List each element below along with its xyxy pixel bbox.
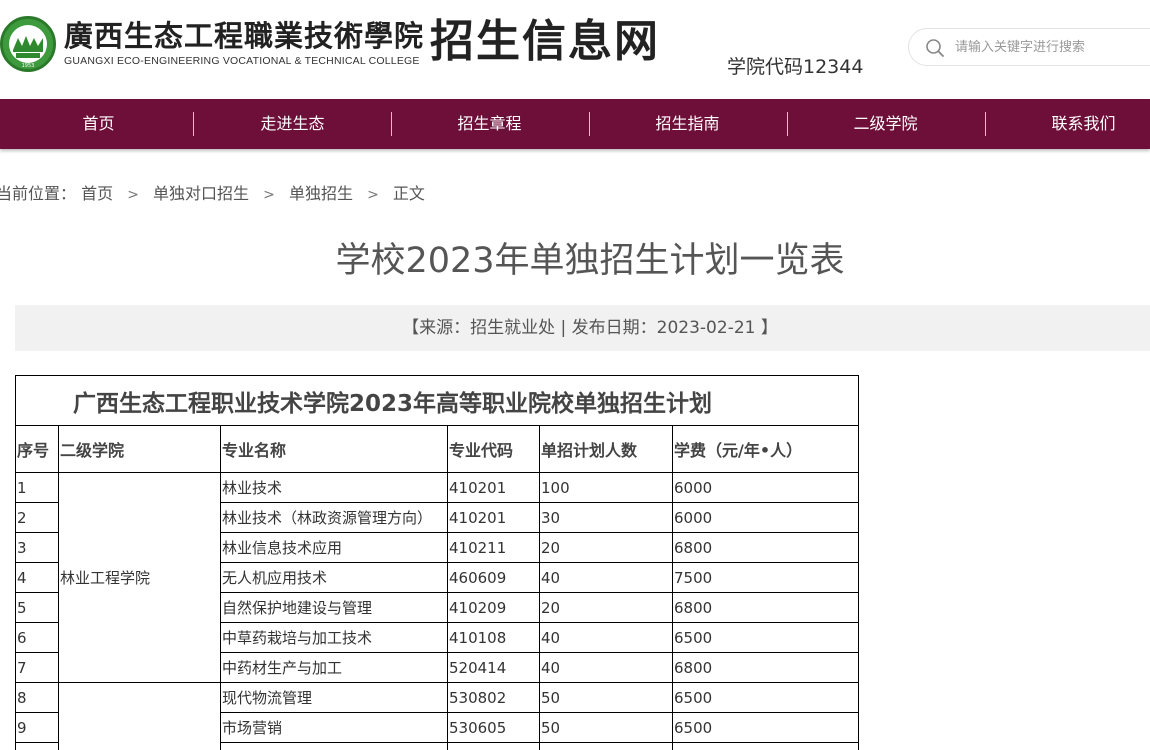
site-title: 招生信息网 xyxy=(430,16,660,67)
cell-code: 530802 xyxy=(447,682,540,713)
cell-plan: 50 xyxy=(539,712,673,743)
cell-no: 4 xyxy=(15,562,59,593)
article-title: 学校2023年单独招生计划一览表 xyxy=(335,241,845,281)
cell-code: 410201 xyxy=(447,472,540,503)
cell-fee: 7500 xyxy=(672,562,859,593)
school-code: 学院代码12344 xyxy=(727,56,864,78)
article-meta: 【来源：招生就业处 | 发布日期：2023-02-21 】 xyxy=(15,305,1150,351)
search-box[interactable] xyxy=(908,28,1150,66)
breadcrumb-item-home[interactable]: 首页 xyxy=(81,184,113,203)
cell-code: 460609 xyxy=(447,562,540,593)
cell-fee: 6500 xyxy=(672,622,859,653)
logo-year: 1953 xyxy=(22,63,35,69)
cell-code: 410211 xyxy=(447,532,540,563)
cell-code: 520414 xyxy=(447,652,540,683)
site-header: 1953 廣西生态工程職業技術學院 GUANGXI ECO-ENGINEERIN… xyxy=(0,0,1150,99)
cell-college: 林业工程学院 xyxy=(58,472,221,683)
cell-plan: 40 xyxy=(539,562,673,593)
cell-major: 林业信息技术应用 xyxy=(220,532,448,563)
cell-college xyxy=(58,682,221,750)
header-cell: 序号 xyxy=(15,425,59,473)
cell-no: 5 xyxy=(15,592,59,623)
cell-code: 410201 xyxy=(447,502,540,533)
cell-code: 530605 xyxy=(447,712,540,743)
cell-no: 3 xyxy=(15,532,59,563)
empty-cell xyxy=(15,742,59,750)
cell-major: 林业技术 xyxy=(220,472,448,503)
empty-cell xyxy=(672,742,859,750)
header-cell: 单招计划人数 xyxy=(539,425,673,473)
cell-plan: 20 xyxy=(539,592,673,623)
header-cell: 专业名称 xyxy=(220,425,448,473)
college-logo-icon[interactable]: 1953 xyxy=(0,16,56,72)
cell-plan: 30 xyxy=(539,502,673,533)
cell-no: 1 xyxy=(15,472,59,503)
cell-plan: 50 xyxy=(539,682,673,713)
empty-cell xyxy=(220,742,448,750)
cell-plan: 100 xyxy=(539,472,673,503)
cell-major: 自然保护地建设与管理 xyxy=(220,592,448,623)
breadcrumb-prefix: 当前位置： xyxy=(0,184,77,203)
main-nav: 首页 走进生态 招生章程 招生指南 二级学院 联系我们 xyxy=(0,99,1150,149)
chevron-right-icon: > xyxy=(127,187,139,203)
cell-no: 9 xyxy=(15,712,59,743)
nav-item-contact[interactable]: 联系我们 xyxy=(985,99,1150,149)
nav-item-home[interactable]: 首页 xyxy=(0,99,197,149)
cell-major: 无人机应用技术 xyxy=(220,562,448,593)
nav-item-charter[interactable]: 招生章程 xyxy=(391,99,588,149)
nav-item-about[interactable]: 走进生态 xyxy=(194,99,391,149)
cell-plan: 40 xyxy=(539,622,673,653)
table-row: 1 林业工程学院 林业技术 410201 100 6000 xyxy=(15,472,859,683)
cell-no: 6 xyxy=(15,622,59,653)
cell-major: 现代物流管理 xyxy=(220,682,448,713)
cell-fee: 6800 xyxy=(672,652,859,683)
empty-cell xyxy=(447,742,540,750)
college-name-en: GUANGXI ECO-ENGINEERING VOCATIONAL & TEC… xyxy=(64,55,420,67)
cell-fee: 6800 xyxy=(672,532,859,563)
cell-fee: 6500 xyxy=(672,712,859,743)
header-cell: 二级学院 xyxy=(58,425,221,473)
header-cell: 专业代码 xyxy=(447,425,540,473)
cell-major: 中草药栽培与加工技术 xyxy=(220,622,448,653)
nav-item-guide[interactable]: 招生指南 xyxy=(589,99,786,149)
cell-plan: 20 xyxy=(539,532,673,563)
cell-no: 8 xyxy=(15,682,59,713)
table-caption: 广西生态工程职业技术学院2023年高等职业院校单独招生计划 xyxy=(15,375,859,426)
enrollment-plan-table: 广西生态工程职业技术学院2023年高等职业院校单独招生计划 序号 二级学院 专业… xyxy=(15,375,859,750)
search-icon[interactable] xyxy=(925,38,945,58)
breadcrumb: 当前位置： 首页 > 单独对口招生 > 单独招生 > 正文 xyxy=(0,180,425,204)
table-header-row: 序号 二级学院 专业名称 专业代码 单招计划人数 学费（元/年•人） xyxy=(15,425,859,473)
cell-fee: 6800 xyxy=(672,592,859,623)
cell-major: 林业技术（林政资源管理方向） xyxy=(220,502,448,533)
table-row: 8 现代物流管理 530802 50 6500 xyxy=(15,682,859,750)
cell-code: 410209 xyxy=(447,592,540,623)
cell-major: 市场营销 xyxy=(220,712,448,743)
cell-fee: 6000 xyxy=(672,472,859,503)
search-input[interactable] xyxy=(955,36,1150,58)
empty-cell xyxy=(539,742,673,750)
chevron-right-icon: > xyxy=(367,187,379,203)
cell-no: 7 xyxy=(15,652,59,683)
cell-major: 中药材生产与加工 xyxy=(220,652,448,683)
chevron-right-icon: > xyxy=(263,187,275,203)
header-cell: 学费（元/年•人） xyxy=(672,425,859,473)
nav-item-colleges[interactable]: 二级学院 xyxy=(787,99,984,149)
cell-fee: 6000 xyxy=(672,502,859,533)
breadcrumb-item-single[interactable]: 单独招生 xyxy=(289,184,353,203)
college-name-cn: 廣西生态工程職業技術學院 xyxy=(64,19,425,53)
cell-code: 410108 xyxy=(447,622,540,653)
breadcrumb-item-current: 正文 xyxy=(392,184,425,203)
cell-fee: 6500 xyxy=(672,682,859,713)
cell-no: 2 xyxy=(15,502,59,533)
breadcrumb-item-enroll[interactable]: 单独对口招生 xyxy=(153,184,249,203)
cell-plan: 40 xyxy=(539,652,673,683)
